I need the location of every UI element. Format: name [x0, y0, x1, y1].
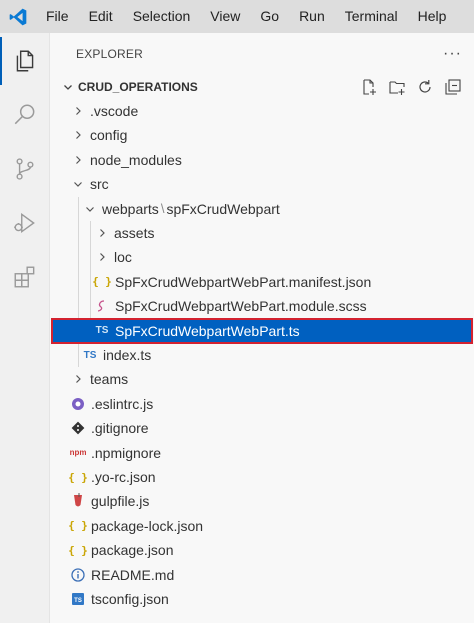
- tree-file[interactable]: gulpfile.js: [50, 489, 474, 513]
- menu-run[interactable]: Run: [289, 0, 335, 33]
- svg-text:TS: TS: [74, 598, 82, 604]
- file-tree: .vscode config node_modulessrc webparts \ spF…: [50, 99, 474, 619]
- chevron-right-icon[interactable]: [94, 221, 110, 245]
- tree-item-label-compact: spFxCrudWebpart: [166, 200, 280, 217]
- json-file-icon: { }: [68, 543, 88, 557]
- chevron-right-icon[interactable]: [70, 123, 86, 147]
- tree-item-label: node_modules: [90, 151, 182, 168]
- scss-file-icon: [94, 294, 110, 318]
- section-actions: [360, 75, 462, 99]
- tree-file[interactable]: TS index.ts: [50, 343, 474, 367]
- tree-file[interactable]: { } .yo-rc.json: [50, 465, 474, 489]
- tree-folder[interactable]: loc: [50, 245, 474, 269]
- chevron-down-icon: [60, 81, 76, 93]
- tree-file[interactable]: SpFxCrudWebpartWebPart.module.scss: [50, 294, 474, 318]
- chevron-right-icon[interactable]: [94, 245, 110, 269]
- collapse-all-icon[interactable]: [444, 78, 462, 96]
- tree-item-label: .vscode: [90, 103, 139, 119]
- eslint-file-icon: [70, 392, 86, 416]
- explorer-header: EXPLORER ···: [50, 33, 474, 75]
- tree-folder[interactable]: .vscode: [50, 99, 474, 123]
- menu-file[interactable]: File: [36, 0, 79, 33]
- search-icon[interactable]: [0, 91, 50, 139]
- tree-file[interactable]: { } SpFxCrudWebpartWebPart.manifest.json: [50, 270, 474, 294]
- new-folder-icon[interactable]: [388, 78, 406, 96]
- tree-item-label: .gitignore: [91, 420, 149, 437]
- menu-terminal[interactable]: Terminal: [335, 0, 408, 33]
- gulp-file-icon: [70, 489, 86, 513]
- tree-file[interactable]: .gitignore: [50, 416, 474, 440]
- run-debug-icon[interactable]: [0, 199, 50, 247]
- tree-item-label: assets: [114, 225, 155, 241]
- tree-item-label: package.json: [91, 542, 174, 559]
- tree-folder[interactable]: assets: [50, 221, 474, 245]
- refresh-icon[interactable]: [416, 78, 434, 96]
- explorer-icon[interactable]: [0, 37, 50, 85]
- typescript-file-icon: TS: [95, 325, 109, 337]
- tree-file[interactable]: npm .npmignore: [50, 441, 474, 465]
- tree-item-label: SpFxCrudWebpartWebPart.module.scss: [115, 298, 367, 315]
- tree-file[interactable]: .eslintrc.js: [50, 392, 474, 416]
- tree-item-label: SpFxCrudWebpartWebPart.ts: [115, 322, 300, 339]
- tree-item-label: index.ts: [103, 347, 152, 363]
- npm-file-icon: npm: [69, 448, 87, 458]
- tree-folder[interactable]: teams: [50, 367, 474, 391]
- tree-item-label: SpFxCrudWebpartWebPart.manifest.json: [115, 273, 372, 290]
- tree-item-label: README.md: [91, 566, 175, 583]
- tree-item-label: tsconfig.json: [91, 591, 169, 607]
- menu-help[interactable]: Help: [408, 0, 457, 33]
- workspace-title: CRUD_OPERATIONS: [78, 80, 198, 94]
- json-file-icon: { }: [68, 470, 88, 484]
- tree-item-label: .eslintrc.js: [91, 395, 154, 412]
- tree-file-selected[interactable]: TS SpFxCrudWebpartWebPart.ts: [51, 317, 473, 344]
- explorer-sidebar: EXPLORER ··· CRUD_OPERATIONS .vscode con…: [50, 33, 474, 623]
- explorer-title: EXPLORER: [76, 47, 143, 61]
- tree-file[interactable]: { } package-lock.json: [50, 514, 474, 538]
- chevron-down-icon[interactable]: [70, 172, 86, 196]
- menu-go[interactable]: Go: [250, 0, 289, 33]
- tree-item-label: loc: [114, 249, 132, 266]
- tree-item-label: config: [90, 127, 128, 144]
- menu-bar: File Edit Selection View Go Run Terminal…: [0, 0, 474, 33]
- menu-edit[interactable]: Edit: [79, 0, 123, 33]
- tree-folder[interactable]: config: [50, 123, 474, 147]
- tree-item-label: .npmignore: [91, 444, 162, 461]
- json-file-icon: { }: [92, 275, 112, 289]
- menu-selection[interactable]: Selection: [123, 0, 201, 33]
- tree-file[interactable]: TS tsconfig.json: [50, 587, 474, 611]
- tree-folder[interactable]: webparts \ spFxCrudWebpart: [50, 197, 474, 221]
- chevron-right-icon[interactable]: [70, 99, 86, 123]
- tree-folder[interactable]: node_modules: [50, 148, 474, 172]
- tree-item-label: src: [90, 176, 109, 193]
- typescript-file-icon: TS: [83, 349, 97, 361]
- tree-item-label: webparts: [102, 200, 159, 217]
- source-control-icon[interactable]: [0, 145, 50, 193]
- chevron-down-icon[interactable]: [82, 197, 98, 221]
- extensions-icon[interactable]: [0, 253, 50, 301]
- activity-bar: [0, 33, 50, 623]
- git-file-icon: [70, 416, 86, 440]
- tree-item-label: package-lock.json: [91, 517, 204, 534]
- menu-view[interactable]: View: [200, 0, 250, 33]
- chevron-right-icon[interactable]: [70, 148, 86, 172]
- tree-file[interactable]: README.md: [50, 563, 474, 587]
- tree-folder[interactable]: src: [50, 172, 474, 196]
- chevron-right-icon[interactable]: [70, 367, 86, 391]
- tree-item-label: teams: [90, 371, 129, 388]
- workspace-section-header[interactable]: CRUD_OPERATIONS: [50, 75, 474, 99]
- path-separator: \: [160, 201, 165, 217]
- json-file-icon: { }: [68, 519, 88, 533]
- new-file-icon[interactable]: [360, 78, 378, 96]
- vscode-logo-icon: [0, 0, 36, 33]
- tree-item-label: .yo-rc.json: [91, 469, 156, 485]
- tree-item-label: gulpfile.js: [91, 493, 150, 510]
- tree-file[interactable]: { } package.json: [50, 538, 474, 562]
- more-actions-button[interactable]: ···: [443, 45, 462, 63]
- info-file-icon: [70, 563, 86, 587]
- tsconfig-file-icon: TS: [70, 587, 86, 611]
